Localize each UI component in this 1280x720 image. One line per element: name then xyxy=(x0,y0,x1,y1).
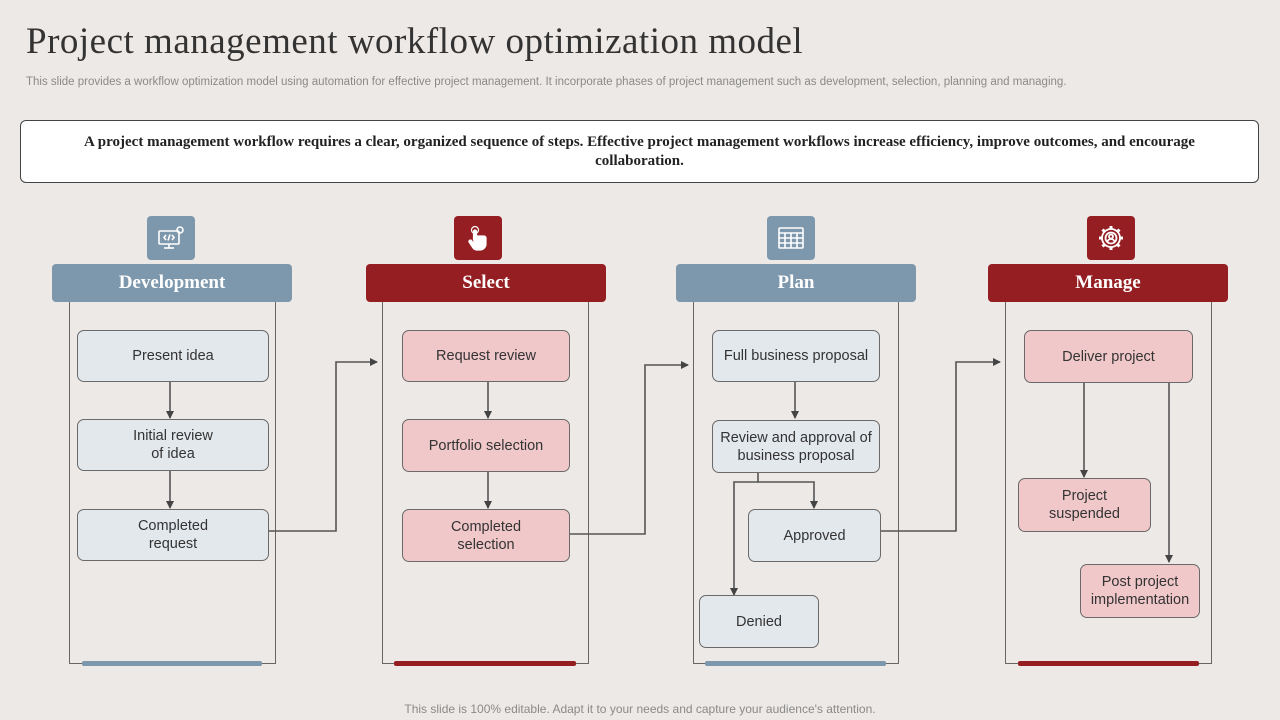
step-full-business-proposal: Full business proposal xyxy=(712,330,880,382)
manage-bottom-bar xyxy=(1018,661,1199,666)
hand-pointer-icon xyxy=(454,216,502,260)
development-bottom-bar xyxy=(82,661,262,666)
plan-bottom-bar xyxy=(705,661,886,666)
slide-subtitle: This slide provides a workflow optimizat… xyxy=(26,76,1067,88)
step-initial-review: Initial review of idea xyxy=(77,419,269,471)
step-denied: Denied xyxy=(699,595,819,648)
header-select: Select xyxy=(366,264,606,302)
step-deliver-project: Deliver project xyxy=(1024,330,1193,383)
slide-title: Project management workflow optimization… xyxy=(26,21,804,62)
step-request-review: Request review xyxy=(402,330,570,382)
step-approved: Approved xyxy=(748,509,881,562)
select-bottom-bar xyxy=(394,661,576,666)
step-completed-selection: Completed selection xyxy=(402,509,570,562)
step-portfolio-selection: Portfolio selection xyxy=(402,419,570,472)
calendar-grid-icon xyxy=(767,216,815,260)
step-post-project-implementation: Post project implementation xyxy=(1080,564,1200,618)
step-completed-request: Completed request xyxy=(77,509,269,561)
header-manage: Manage xyxy=(988,264,1228,302)
intro-box: A project management workflow requires a… xyxy=(20,120,1259,183)
gear-person-icon xyxy=(1087,216,1135,260)
header-development: Development xyxy=(52,264,292,302)
step-present-idea: Present idea xyxy=(77,330,269,382)
step-review-approval: Review and approval of business proposal xyxy=(712,420,880,473)
code-monitor-gear-icon xyxy=(147,216,195,260)
step-project-suspended: Project suspended xyxy=(1018,478,1151,532)
footer-note: This slide is 100% editable. Adapt it to… xyxy=(404,702,876,716)
header-plan: Plan xyxy=(676,264,916,302)
